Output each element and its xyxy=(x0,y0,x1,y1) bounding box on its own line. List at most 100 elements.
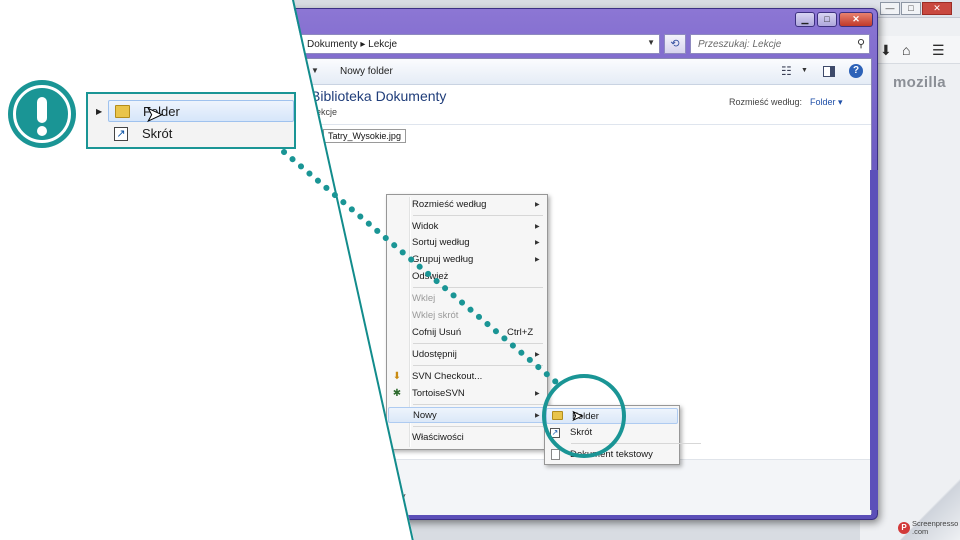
view-dropdown-icon[interactable]: ▼ xyxy=(801,67,808,74)
menu-item-paste[interactable]: Wklej xyxy=(387,291,547,307)
window-edge xyxy=(870,170,878,510)
library-header: Biblioteka Dokumenty Lekcje Rozmieść wed… xyxy=(292,85,871,125)
menu-separator xyxy=(413,215,543,216)
menu-separator xyxy=(413,404,543,405)
menu-item-view[interactable]: Widok ▶ xyxy=(387,219,547,235)
zoomed-submenu: ▶ Folder ↗ Skrót xyxy=(86,92,296,149)
context-menu: Rozmieść według ▶ Widok ▶ Sortuj według ▶ G… xyxy=(386,194,548,450)
menu-icon[interactable]: ☰ xyxy=(932,42,945,59)
search-icon[interactable]: ⚲ xyxy=(857,37,865,50)
organize-dropdown-icon[interactable]: ▼ xyxy=(311,66,319,75)
submenu-item-shortcut[interactable]: ↗ Skrót xyxy=(545,425,679,441)
arrange-label: Rozmieść według: xyxy=(729,97,803,107)
view-options-icon[interactable]: ☷ xyxy=(781,64,792,78)
maximize-icon[interactable]: □ xyxy=(901,2,921,15)
zoom-submenu-arrow-icon: ▶ xyxy=(96,107,103,116)
shortcut-icon: ↗ xyxy=(114,127,128,141)
window-close-icon[interactable]: ✕ xyxy=(839,12,873,27)
window-maximize-icon[interactable]: □ xyxy=(817,12,837,27)
watermark-text: Screenpresso .com xyxy=(912,520,958,536)
arrange-value[interactable]: Folder xyxy=(810,97,836,107)
file-item[interactable]: Tatry_Wysokie.jpg xyxy=(323,129,406,143)
menu-item-group-by[interactable]: Grupuj według ▶ xyxy=(387,252,547,268)
menu-item-label: Udostępnij xyxy=(412,349,457,360)
command-bar: ▼ Nowy folder ☷ ▼ ? xyxy=(292,59,871,85)
submenu-item-text-document[interactable]: Dokument tekstowy xyxy=(545,447,679,463)
menu-item-shortcut: Ctrl+Z xyxy=(507,327,534,338)
screenshot-region: — □ ✕ ⬇ ⌂ ☰ mozilla ▁ □ ✕ Dokumenty ▸ Le… xyxy=(292,0,960,540)
minimize-icon[interactable]: — xyxy=(880,2,900,15)
menu-item-label: Właściwości xyxy=(412,432,464,443)
menu-item-new[interactable]: Nowy ▶ xyxy=(388,407,546,423)
tortoise-icon: ✱ xyxy=(392,388,402,399)
menu-item-share[interactable]: Udostępnij ▶ xyxy=(387,347,547,363)
menu-item-paste-shortcut[interactable]: Wklej skrót xyxy=(387,308,547,324)
menu-item-label: Widok xyxy=(412,221,439,232)
submenu-arrow-icon: ▶ xyxy=(535,240,540,246)
home-icon[interactable]: ⌂ xyxy=(902,42,910,58)
details-pane xyxy=(292,459,871,515)
menu-separator xyxy=(413,365,543,366)
new-folder-button[interactable]: Nowy folder xyxy=(340,66,393,77)
menu-separator xyxy=(413,287,543,288)
search-input[interactable]: Przeszukaj: Lekcje ⚲ xyxy=(690,34,870,54)
submenu-arrow-icon: ▶ xyxy=(535,391,540,397)
menu-item-svn-checkout[interactable]: ⬇ SVN Checkout... xyxy=(387,369,547,385)
menu-item-label: SVN Checkout... xyxy=(412,371,483,382)
address-dropdown-icon[interactable]: ▼ xyxy=(647,38,655,47)
window-minimize-icon[interactable]: ▁ xyxy=(795,12,815,27)
svn-checkout-icon: ⬇ xyxy=(392,371,402,382)
menu-item-label: Cofnij Usuń xyxy=(412,327,462,338)
menu-item-label: Wklej skrót xyxy=(412,310,459,321)
menu-separator xyxy=(571,443,701,444)
search-placeholder: Przeszukaj: Lekcje xyxy=(698,39,782,50)
alert-dot xyxy=(37,126,47,136)
menu-separator xyxy=(413,343,543,344)
menu-item-label: Nowy xyxy=(413,410,437,421)
folder-icon xyxy=(115,105,130,118)
preview-pane-icon[interactable] xyxy=(823,66,835,77)
shortcut-icon: ↗ xyxy=(550,428,560,438)
screenpresso-watermark: P Screenpresso .com xyxy=(898,520,958,536)
menu-item-tortoisesvn[interactable]: ✱ TortoiseSVN ▶ xyxy=(387,386,547,402)
menu-separator xyxy=(413,426,543,427)
menu-item-label: Odśwież xyxy=(412,271,449,282)
menu-item-properties[interactable]: Właściwości xyxy=(387,430,547,446)
breadcrumb[interactable]: Dokumenty ▸ Lekcje xyxy=(307,39,397,50)
submenu-arrow-icon: ▶ xyxy=(535,257,540,263)
zoom-item-shortcut[interactable]: ↗ Skrót xyxy=(108,123,294,145)
text-document-icon xyxy=(549,449,561,461)
new-submenu: Folder ↗ Skrót Dokument tekstowy xyxy=(544,405,701,465)
mozilla-brand-text: mozilla xyxy=(893,74,946,91)
library-title: Biblioteka Dokumenty xyxy=(311,88,447,104)
arrange-dropdown[interactable]: Folder ▾ xyxy=(810,97,843,108)
submenu-arrow-icon: ▶ xyxy=(535,202,540,208)
watermark-domain: .com xyxy=(912,527,929,536)
menu-item-label: Grupuj według xyxy=(412,254,474,265)
submenu-item-folder[interactable]: Folder xyxy=(546,408,678,424)
folder-icon xyxy=(551,410,563,422)
menu-item-label: Dokument tekstowy xyxy=(570,449,653,460)
exclamation-icon xyxy=(8,80,76,148)
help-icon[interactable]: ? xyxy=(849,64,863,78)
menu-item-arrange-by[interactable]: Rozmieść według ▶ xyxy=(387,197,547,213)
down-arrow-icon[interactable]: ⬇ xyxy=(880,42,892,59)
screenpresso-logo-icon: P xyxy=(898,522,910,534)
menu-item-label: Rozmieść według xyxy=(412,199,487,210)
close-icon[interactable]: ✕ xyxy=(922,2,952,15)
submenu-arrow-icon: ▶ xyxy=(535,352,540,358)
menu-item-label: Wklej xyxy=(412,293,436,304)
address-bar[interactable]: Dokumenty ▸ Lekcje ▼ xyxy=(292,34,660,54)
menu-item-undo-delete[interactable]: Cofnij Usuń Ctrl+Z xyxy=(387,325,547,341)
refresh-icon[interactable]: ⟲ xyxy=(664,34,686,54)
menu-item-label: Skrót xyxy=(570,427,593,438)
menu-item-refresh[interactable]: Odśwież xyxy=(387,269,547,285)
menu-item-label: Sortuj według xyxy=(412,237,470,248)
submenu-arrow-icon: ▶ xyxy=(535,224,540,230)
alert-bar xyxy=(37,97,47,123)
submenu-arrow-icon: ▶ xyxy=(535,413,540,419)
zoom-cursor-icon: ➤ xyxy=(146,104,164,127)
zoom-item-folder[interactable]: Folder xyxy=(108,100,294,122)
menu-item-sort-by[interactable]: Sortuj według ▶ xyxy=(387,235,547,251)
mouse-cursor-icon: ➤ xyxy=(572,408,584,424)
